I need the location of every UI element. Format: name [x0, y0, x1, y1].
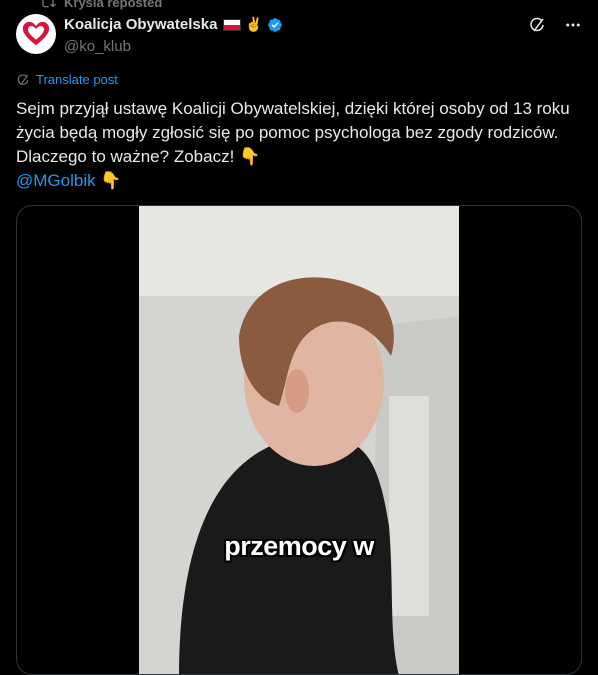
author-name[interactable]: Koalicja Obywatelska — [64, 16, 217, 33]
top-actions — [528, 16, 582, 34]
post-text: Sejm przyjął ustawę Koalicji Obywatelski… — [16, 99, 570, 166]
translate-post-link[interactable]: Translate post — [16, 72, 118, 87]
verified-badge-icon — [268, 17, 282, 32]
post-body: Sejm przyjął ustawę Koalicji Obywatelski… — [16, 97, 576, 193]
repost-icon — [40, 0, 56, 8]
repost-label: Krysia reposted — [64, 0, 163, 10]
poland-flag-icon — [223, 18, 242, 31]
more-icon[interactable] — [564, 16, 582, 34]
video-caption: przemocy w — [224, 531, 374, 561]
video-player[interactable]: przemocy w — [16, 205, 582, 675]
video-still-image — [139, 206, 459, 674]
author-handle[interactable]: @ko_klub — [64, 38, 131, 55]
avatar[interactable] — [16, 14, 56, 54]
pointing-down-emoji: 👇 — [100, 171, 122, 190]
mention-link[interactable]: @MGolbik — [16, 171, 96, 190]
grok-icon[interactable] — [528, 16, 546, 34]
victory-hand-emoji: ✌️ — [245, 16, 263, 32]
translate-label[interactable]: Translate post — [36, 72, 118, 87]
heart-logo-icon — [22, 21, 50, 46]
repost-header[interactable]: Krysia reposted — [40, 0, 162, 10]
author-name-row[interactable]: Koalicja Obywatelska ✌️ — [64, 16, 283, 33]
video-frame[interactable]: przemocy w — [139, 206, 459, 674]
globe-icon — [17, 73, 29, 85]
